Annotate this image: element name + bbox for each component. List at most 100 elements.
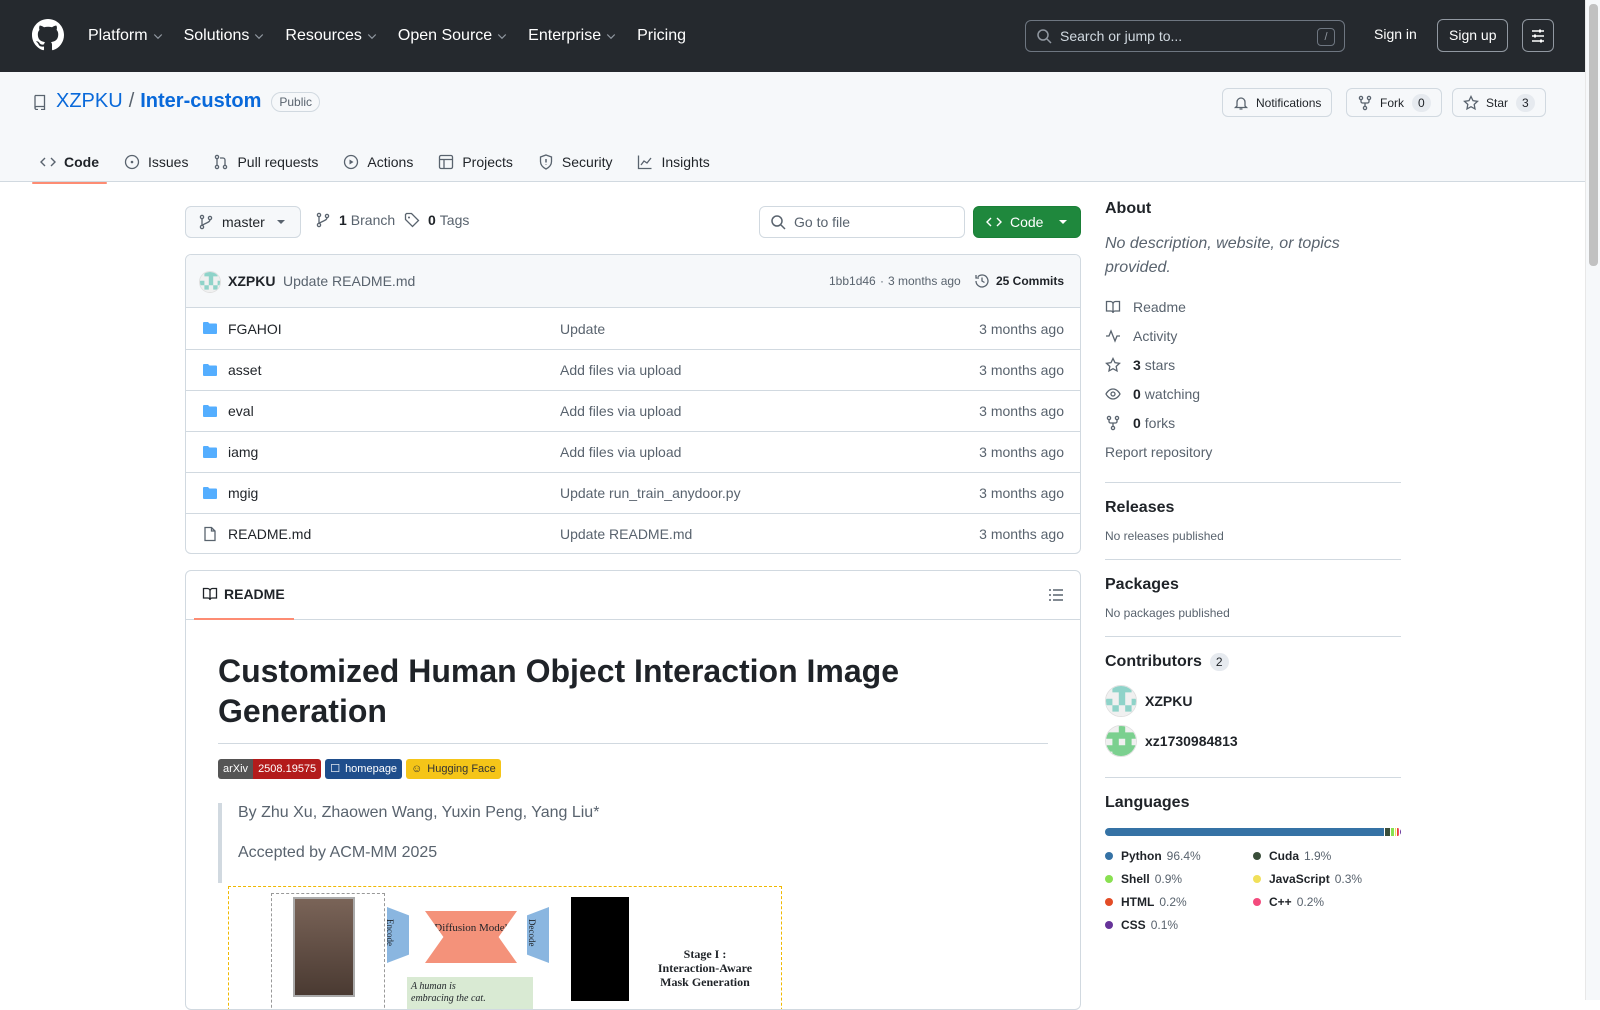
file-commit-message[interactable]: Update run_train_anydoor.py [560, 485, 741, 501]
chevron-down-icon [253, 30, 265, 42]
releases-heading[interactable]: Releases [1105, 499, 1401, 517]
nav-resources[interactable]: Resources [285, 27, 377, 45]
file-row[interactable]: mgigUpdate run_train_anydoor.py3 months … [186, 472, 1080, 513]
tab-code[interactable]: Code [32, 142, 107, 182]
file-browser: XZPKU Update README.md 1bb1d46 · 3 month… [185, 254, 1081, 554]
language-item[interactable]: C++0.2% [1253, 890, 1324, 913]
code-dropdown-button[interactable]: Code [973, 206, 1081, 238]
language-bar-segment [1391, 828, 1394, 836]
stars-link[interactable]: 3stars [1105, 350, 1401, 379]
menu-button[interactable] [1522, 19, 1554, 52]
repo-owner-link[interactable]: XZPKU [56, 90, 123, 113]
contributors-heading[interactable]: Contributors [1105, 653, 1202, 671]
badge-right: 2508.19575 [253, 759, 321, 779]
file-name-link[interactable]: iamg [228, 444, 258, 460]
contributor-item[interactable]: xz1730984813 [1105, 721, 1401, 761]
book-icon [202, 586, 218, 602]
nav-pricing[interactable]: Pricing [637, 27, 686, 45]
file-name-link[interactable]: README.md [228, 526, 311, 542]
homepage-badge[interactable]: ☐homepage [325, 759, 402, 779]
language-item[interactable]: CSS0.1% [1105, 913, 1253, 936]
file-icon [202, 526, 218, 542]
readme-tab[interactable]: README [202, 586, 285, 602]
fork-button[interactable]: Fork 0 [1346, 88, 1442, 117]
tab-security[interactable]: Security [530, 142, 621, 182]
commit-hash[interactable]: 1bb1d46 [829, 274, 876, 288]
scrollbar[interactable] [1585, 0, 1600, 1000]
fork-label: Fork [1380, 96, 1404, 110]
pipeline-figure: Encode Diffusion Model Decode A human is… [228, 886, 782, 1010]
sign-up-button[interactable]: Sign up [1437, 19, 1508, 52]
go-to-file-input[interactable]: Go to file [759, 206, 965, 238]
file-commit-message[interactable]: Add files via upload [560, 403, 681, 419]
file-row[interactable]: FGAHOIUpdate3 months ago [186, 308, 1080, 349]
readme-panel: README Customized Human Object Interacti… [185, 570, 1081, 1010]
list-icon[interactable] [1048, 587, 1064, 603]
star-button[interactable]: Star 3 [1452, 88, 1546, 117]
branch-label: Branch [351, 212, 395, 228]
language-item[interactable]: Cuda1.9% [1253, 844, 1331, 867]
badge-left: arXiv [218, 759, 253, 779]
file-commit-message[interactable]: Add files via upload [560, 444, 681, 460]
file-name-link[interactable]: asset [228, 362, 261, 378]
scrollbar-thumb[interactable] [1589, 4, 1598, 266]
github-logo-icon[interactable] [32, 19, 64, 51]
tab-pull-requests[interactable]: Pull requests [205, 142, 326, 182]
contributor-item[interactable]: XZPKU [1105, 681, 1401, 721]
file-commit-message[interactable]: Update [560, 321, 605, 337]
eye-icon [1105, 386, 1121, 402]
file-commit-message[interactable]: Add files via upload [560, 362, 681, 378]
caret-down-icon [276, 217, 286, 227]
file-name-link[interactable]: FGAHOI [228, 321, 282, 337]
avatar[interactable] [1105, 685, 1137, 717]
accepted-text: Accepted by ACM-MM 2025 [238, 843, 599, 883]
watching-link[interactable]: 0watching [1105, 379, 1401, 408]
nav-open-source[interactable]: Open Source [398, 27, 508, 45]
file-commit-message[interactable]: Update README.md [560, 526, 692, 542]
commit-author[interactable]: XZPKU [228, 273, 275, 289]
commit-message[interactable]: Update README.md [283, 273, 415, 289]
file-row[interactable]: README.mdUpdate README.md3 months ago [186, 513, 1080, 554]
latest-commit-bar: XZPKU Update README.md 1bb1d46 · 3 month… [186, 255, 1080, 308]
avatar[interactable] [1105, 725, 1137, 757]
branch-selector[interactable]: master [185, 206, 301, 238]
branches-link[interactable]: 1Branch [315, 212, 395, 228]
tab-projects[interactable]: Projects [430, 142, 521, 182]
file-name-link[interactable]: mgig [228, 485, 258, 501]
file-name-link[interactable]: eval [228, 403, 254, 419]
packages-heading[interactable]: Packages [1105, 576, 1401, 594]
nav-enterprise[interactable]: Enterprise [528, 27, 617, 45]
language-item[interactable]: HTML0.2% [1105, 890, 1253, 913]
tab-insights[interactable]: Insights [629, 142, 717, 182]
arxiv-badge[interactable]: arXiv2508.19575 [218, 759, 321, 779]
file-row[interactable]: evalAdd files via upload3 months ago [186, 390, 1080, 431]
star-label: Star [1486, 96, 1508, 110]
repo-name-link[interactable]: Inter-custom [140, 90, 261, 113]
file-row[interactable]: assetAdd files via upload3 months ago [186, 349, 1080, 390]
file-row[interactable]: iamgAdd files via upload3 months ago [186, 431, 1080, 472]
activity-link[interactable]: Activity [1105, 321, 1401, 350]
notifications-button[interactable]: Notifications [1222, 88, 1332, 117]
readme-link[interactable]: Readme [1105, 292, 1401, 321]
commits-link[interactable]: 25 Commits [974, 273, 1064, 289]
sign-in-link[interactable]: Sign in [1374, 26, 1417, 42]
language-color-dot [1105, 852, 1113, 860]
hugging-face-badge[interactable]: ☺Hugging Face [406, 759, 501, 779]
search-input[interactable]: Search or jump to... / [1025, 20, 1345, 52]
language-item[interactable]: JavaScript0.3% [1253, 867, 1362, 890]
language-item[interactable]: Python96.4% [1105, 844, 1253, 867]
language-percent: 0.3% [1335, 872, 1362, 886]
tab-actions[interactable]: Actions [335, 142, 421, 182]
avatar[interactable] [199, 271, 221, 293]
search-icon [1036, 28, 1052, 44]
tab-issues[interactable]: Issues [116, 142, 196, 182]
folder-icon [202, 403, 218, 419]
tags-link[interactable]: 0Tags [404, 212, 469, 228]
forks-link[interactable]: 0forks [1105, 408, 1401, 437]
nav-solutions[interactable]: Solutions [184, 27, 266, 45]
report-repository-link[interactable]: Report repository [1105, 437, 1401, 466]
nav-platform[interactable]: Platform [88, 27, 164, 45]
language-item[interactable]: Shell0.9% [1105, 867, 1253, 890]
language-color-dot [1105, 898, 1113, 906]
authors-text: By Zhu Xu, Zhaowen Wang, Yuxin Peng, Yan… [238, 803, 599, 843]
